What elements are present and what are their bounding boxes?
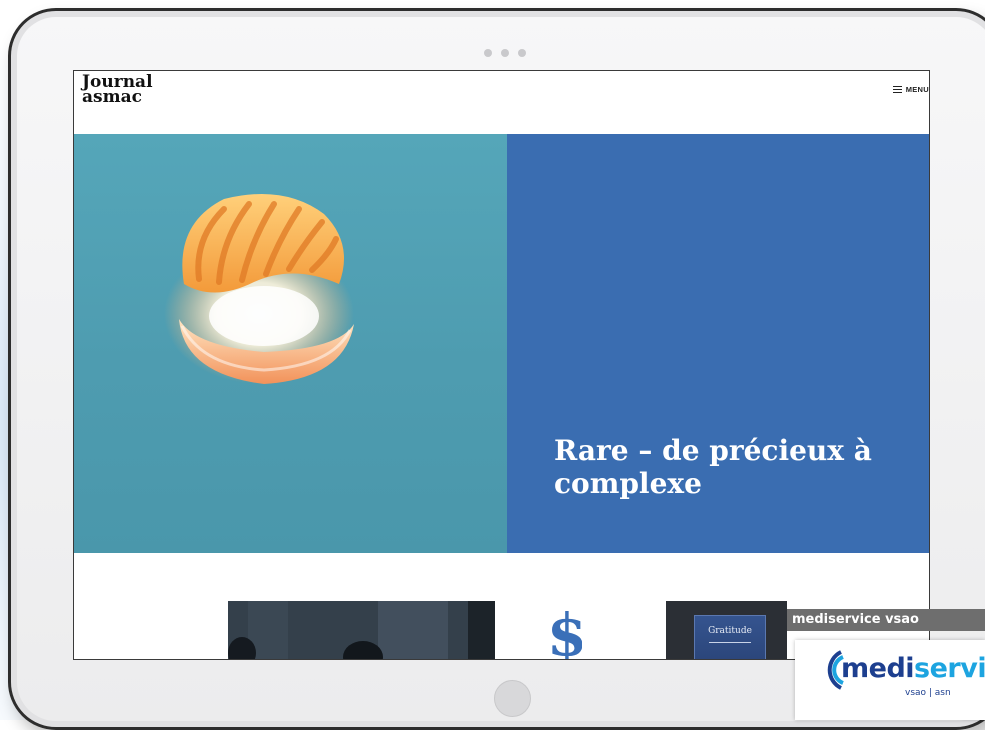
- mediservice-badge[interactable]: mediservice vsao mediservic vsao | asn: [787, 609, 985, 720]
- badge-logo-card: mediservic vsao | asn: [795, 640, 985, 720]
- badge-subtitle: vsao | asn: [905, 688, 951, 698]
- logo-line-asmac: asmac: [82, 87, 142, 107]
- svg-text:$: $: [552, 601, 582, 659]
- badge-header: mediservice vsao: [787, 609, 985, 631]
- camera-dot: [484, 49, 492, 57]
- people-photo-icon: [228, 601, 495, 659]
- camera-dot: [518, 49, 526, 57]
- home-button[interactable]: [494, 680, 531, 717]
- site-logo[interactable]: Journal asmac: [82, 74, 153, 107]
- teaser-photo-people[interactable]: [228, 601, 495, 659]
- book-rule: [709, 642, 751, 643]
- menu-label: MENU: [905, 85, 929, 94]
- camera-dot: [501, 49, 509, 57]
- hero-banner[interactable]: Rare – de précieux à complexe: [74, 134, 929, 553]
- shell-illustration: [74, 134, 507, 553]
- hero-text-panel: Rare – de précieux à complexe: [507, 134, 929, 553]
- camera-dots: [484, 49, 526, 57]
- tablet-screen: Journal asmac MENU Rare – de précieux à …: [73, 70, 930, 660]
- book-title: Gratitude: [708, 626, 752, 636]
- shell-icon: [164, 194, 354, 384]
- badge-brand: mediservic: [841, 653, 985, 684]
- site-header: Journal asmac MENU: [74, 71, 929, 134]
- menu-button[interactable]: MENU: [892, 85, 929, 94]
- hero-title[interactable]: Rare – de précieux à complexe: [554, 434, 914, 500]
- teaser-dollar[interactable]: $: [547, 597, 587, 659]
- hamburger-icon: [892, 86, 902, 93]
- badge-brand-prefix: medi: [841, 653, 915, 684]
- dollar-sign-icon: $: [547, 601, 587, 659]
- teaser-book[interactable]: Gratitude: [666, 601, 787, 659]
- badge-brand-suffix: servic: [914, 653, 985, 684]
- book-cover-icon: Gratitude: [694, 615, 766, 659]
